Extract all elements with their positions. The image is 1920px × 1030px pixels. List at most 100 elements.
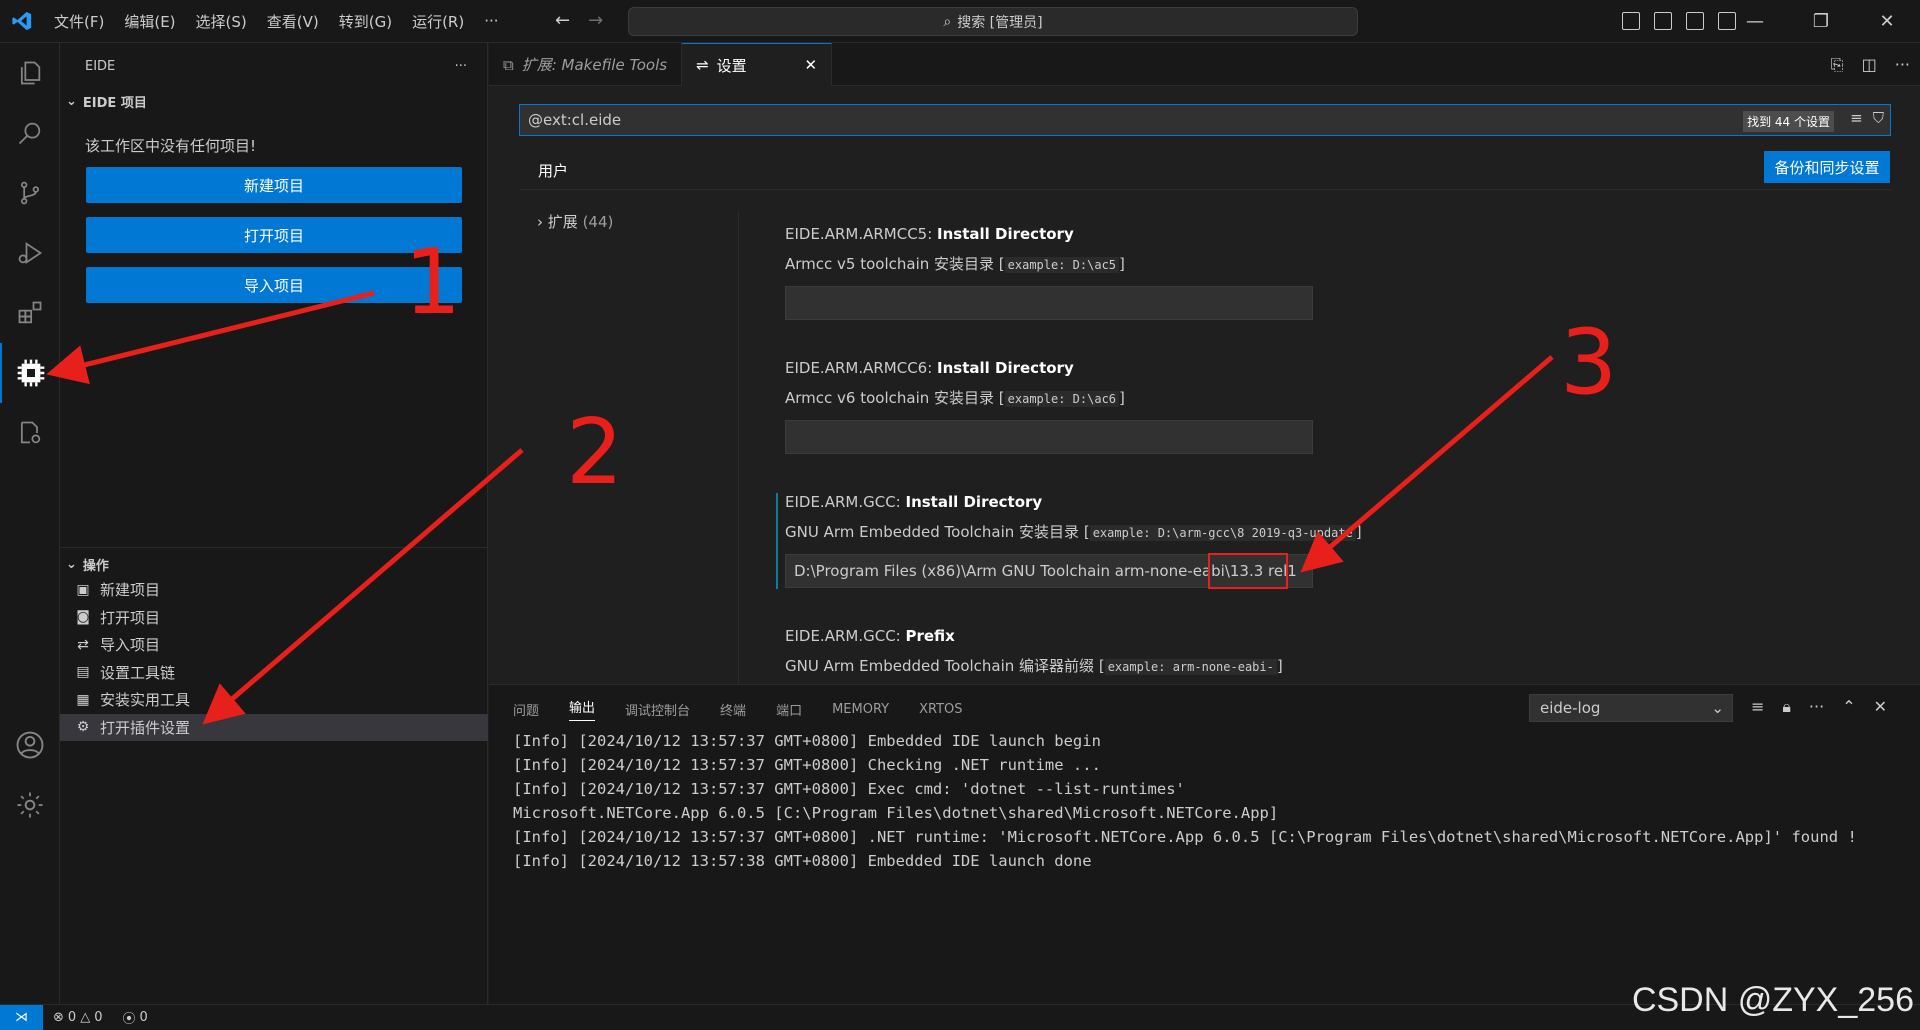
new-project-button[interactable]: 新建项目 — [86, 167, 462, 203]
more-actions-icon[interactable]: ··· — [455, 59, 467, 74]
filter-icon[interactable]: ⛉ — [1873, 109, 1884, 127]
output-channel-select[interactable]: eide-log ⌄ — [1529, 694, 1733, 722]
setting-title: EIDE.ARM.GCC: Install Directory — [785, 493, 1043, 511]
ports-count: 0 — [139, 1010, 148, 1025]
settings-search-input[interactable]: @ext:cl.eide 找到 44 个设置 ≡ ⛉ — [519, 104, 1891, 136]
annotation-number-2: 2 — [566, 400, 624, 505]
remote-indicator-icon[interactable]: ⋊ — [0, 1004, 43, 1030]
armcc6-dir-input[interactable] — [785, 420, 1313, 454]
tab-output[interactable]: 输出 — [569, 697, 596, 721]
setting-description: Armcc v6 toolchain 安装目录 [example: D:\ac6… — [785, 389, 1125, 407]
close-panel-icon[interactable]: ✕ — [1874, 697, 1887, 717]
close-tab-icon[interactable]: ✕ — [805, 56, 818, 74]
file-settings-icon[interactable] — [0, 403, 60, 463]
more-actions-icon[interactable]: ··· — [1809, 697, 1824, 717]
broadcast-icon: ⦿ — [122, 1012, 136, 1027]
setting-title: EIDE.ARM.ARMCC6: Install Directory — [785, 359, 1074, 377]
toggle-primary-sidebar-icon[interactable] — [1622, 12, 1640, 30]
editor-actions: ⎘ ◫ ··· — [1831, 55, 1910, 75]
tab-ports[interactable]: 端口 — [776, 700, 802, 719]
tab-terminal[interactable]: 终端 — [720, 700, 746, 719]
section-title: EIDE 项目 — [82, 95, 147, 111]
split-editor-icon[interactable]: ◫ — [1862, 55, 1877, 75]
window-controls: — ❐ ✕ — [1722, 0, 1920, 43]
found-count-badge: 找到 44 个设置 — [1743, 111, 1834, 132]
op-label: 打开项目 — [100, 608, 161, 627]
op-open-project[interactable]: ◙ 打开项目 — [60, 604, 488, 632]
setting-title: EIDE.ARM.GCC: Prefix — [785, 627, 955, 645]
tab-memory[interactable]: MEMORY — [832, 702, 889, 717]
vscode-window: 文件(F) 编辑(E) 选择(S) 查看(V) 转到(G) 运行(R) ··· … — [0, 0, 1920, 1030]
maximize-panel-icon[interactable]: ⌃ — [1842, 697, 1855, 717]
explorer-icon[interactable] — [0, 43, 60, 103]
op-new-project[interactable]: ▣ 新建项目 — [60, 576, 488, 604]
settings-toc-extensions[interactable]: › 扩展 (44) — [537, 211, 613, 232]
open-settings-json-icon[interactable]: ⎘ — [1831, 55, 1844, 75]
setting-title: EIDE.ARM.ARMCC5: Install Directory — [785, 225, 1074, 243]
section-eide-projects[interactable]: ⌄ EIDE 项目 — [60, 89, 487, 113]
clear-output-icon[interactable]: ≡ — [1751, 697, 1764, 717]
vscode-logo-icon — [0, 0, 44, 43]
lock-icon[interactable]: 🔒︎ — [1782, 697, 1791, 717]
search-query: @ext:cl.eide — [528, 111, 622, 129]
tab-problems[interactable]: 问题 — [513, 700, 539, 719]
new-project-icon: ▣ — [76, 581, 90, 598]
tab-settings[interactable]: ⇌ 设置 ✕ — [682, 43, 833, 86]
op-import-project[interactable]: ⇄ 导入项目 — [60, 631, 488, 659]
tab-xrtos[interactable]: XRTOS — [919, 702, 962, 717]
annotation-number-3: 3 — [1560, 310, 1618, 415]
minimize-icon[interactable]: — — [1722, 0, 1788, 43]
menu-view[interactable]: 查看(V) — [257, 11, 329, 32]
menu-selection[interactable]: 选择(S) — [186, 11, 257, 32]
extensions-icon[interactable] — [0, 283, 60, 343]
run-debug-icon[interactable] — [0, 223, 60, 283]
toc-divider — [738, 211, 739, 684]
empty-workspace-message: 该工作区中没有任何项目! — [85, 137, 257, 155]
forward-arrow-icon[interactable]: → — [588, 10, 603, 31]
manage-gear-icon[interactable] — [0, 775, 60, 835]
error-icon: ⊗ — [53, 1010, 64, 1025]
eide-chip-icon[interactable] — [0, 343, 60, 403]
menu-run[interactable]: 运行(R) — [402, 11, 474, 32]
accounts-icon[interactable] — [0, 715, 60, 775]
title-bar: 文件(F) 编辑(E) 选择(S) 查看(V) 转到(G) 运行(R) ··· … — [0, 0, 1920, 43]
tab-makefile-tools[interactable]: ⧉ 扩展: Makefile Tools — [489, 43, 683, 86]
setting-description: Armcc v5 toolchain 安装目录 [example: D:\ac5… — [785, 255, 1125, 273]
divider — [519, 189, 1891, 190]
restore-icon[interactable]: ❐ — [1788, 0, 1854, 43]
toggle-panel-icon[interactable] — [1654, 12, 1672, 30]
search-icon: ⌕ — [943, 13, 952, 30]
section-operations[interactable]: ⌄ 操作 — [60, 552, 488, 576]
clear-filter-icon[interactable]: ≡ — [1850, 109, 1863, 127]
armcc5-dir-input[interactable] — [785, 286, 1313, 320]
search-label: 搜索 [管理员] — [957, 14, 1043, 31]
search-view-icon[interactable] — [0, 103, 60, 163]
menu-more[interactable]: ··· — [474, 12, 508, 30]
toc-label: 扩展 — [547, 213, 578, 231]
toggle-secondary-sidebar-icon[interactable] — [1686, 12, 1704, 30]
warning-icon: △ — [80, 1010, 91, 1025]
menu-edit[interactable]: 编辑(E) — [114, 11, 185, 32]
backup-sync-button[interactable]: 备份和同步设置 — [1764, 151, 1890, 183]
search-actions: ≡ ⛉ — [1850, 109, 1884, 127]
editor-tabs: ⧉ 扩展: Makefile Tools ⇌ 设置 ✕ ⎘ ◫ ··· — [489, 43, 1920, 86]
ports-status[interactable]: ⦿ 0 — [112, 1008, 157, 1027]
close-window-icon[interactable]: ✕ — [1854, 0, 1920, 43]
back-arrow-icon[interactable]: ← — [555, 10, 570, 31]
op-label: 安装实用工具 — [100, 691, 191, 710]
menu-go[interactable]: 转到(G) — [329, 11, 402, 32]
chevron-down-icon: ⌄ — [66, 556, 77, 572]
warning-count: 0 — [94, 1010, 103, 1025]
tab-user-settings[interactable]: 用户 — [527, 160, 579, 190]
op-install-utility[interactable]: ▦ 安装实用工具 — [60, 686, 488, 714]
command-center-search[interactable]: ⌕ 搜索 [管理员] — [628, 7, 1358, 36]
op-open-extension-settings[interactable]: ⚙ 打开插件设置 — [60, 713, 488, 741]
error-count: 0 — [67, 1010, 77, 1025]
activity-bar — [0, 43, 60, 1004]
op-setup-toolchain[interactable]: ▤ 设置工具链 — [60, 659, 488, 687]
problems-status[interactable]: ⊗ 0 △ 0 — [43, 1010, 112, 1025]
more-actions-icon[interactable]: ··· — [1895, 55, 1910, 75]
tab-debug-console[interactable]: 调试控制台 — [625, 700, 690, 719]
menu-file[interactable]: 文件(F) — [44, 11, 114, 32]
source-control-icon[interactable] — [0, 163, 60, 223]
